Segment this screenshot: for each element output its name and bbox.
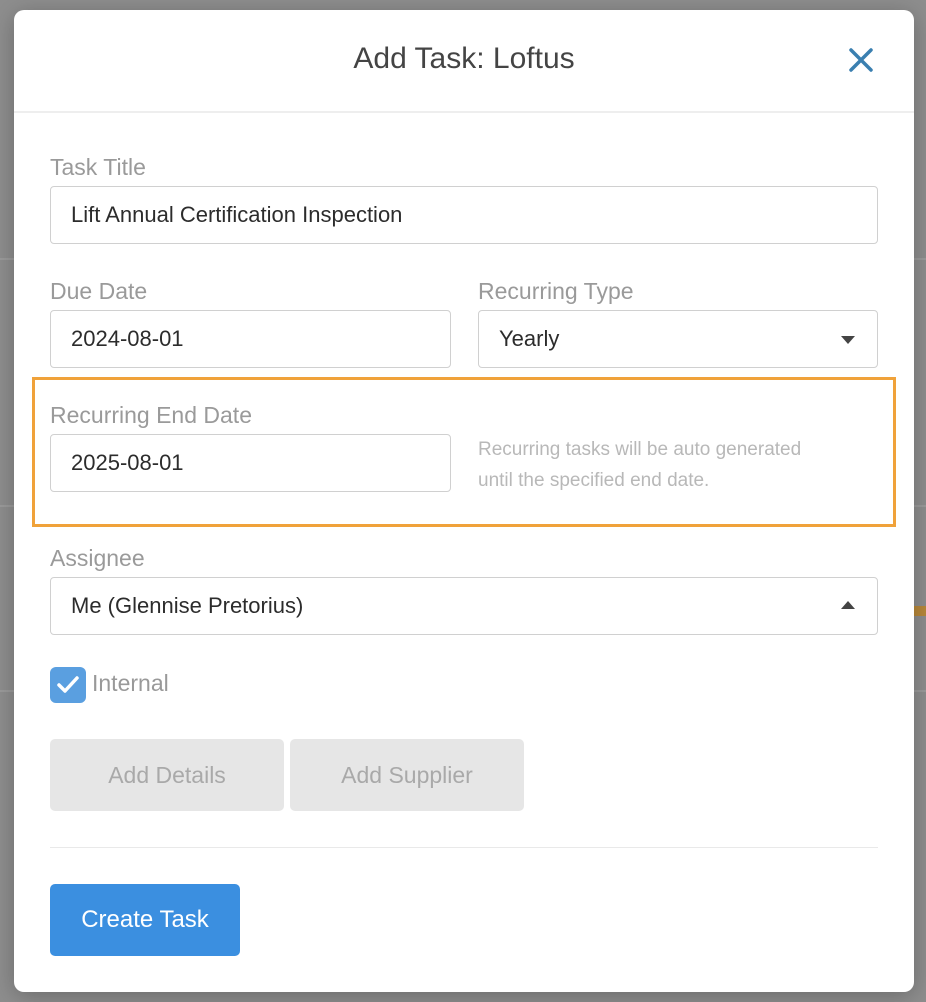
hint-line-1: Recurring tasks will be auto generated [478, 439, 802, 460]
close-button[interactable] [846, 45, 876, 75]
internal-checkbox[interactable] [50, 667, 86, 703]
modal-header: Add Task: Loftus [14, 10, 914, 113]
modal-title: Add Task: Loftus [353, 42, 575, 75]
task-title-label: Task Title [50, 154, 146, 180]
due-date-input[interactable]: 2024-08-01 [50, 310, 451, 368]
add-task-modal: Add Task: Loftus Task Title Lift Annual … [14, 10, 914, 992]
hint-line-2: until the specified end date. [478, 470, 710, 491]
task-title-input[interactable]: Lift Annual Certification Inspection [50, 186, 878, 244]
chevron-down-icon [841, 336, 855, 344]
recurring-type-label: Recurring Type [478, 278, 634, 304]
add-details-button[interactable]: Add Details [50, 739, 284, 811]
recurring-end-date-hint: Recurring tasks will be auto generated u… [478, 434, 878, 496]
internal-label: Internal [92, 670, 169, 696]
checkmark-icon [57, 676, 79, 693]
assignee-value: Me (Glennise Pretorius) [71, 593, 304, 618]
background-accent [914, 606, 926, 616]
recurring-end-date-label: Recurring End Date [50, 402, 252, 428]
add-supplier-button[interactable]: Add Supplier [290, 739, 524, 811]
recurring-type-select[interactable]: Yearly [478, 310, 878, 368]
recurring-type-value: Yearly [499, 326, 560, 351]
assignee-select[interactable]: Me (Glennise Pretorius) [50, 577, 878, 635]
create-task-button[interactable]: Create Task [50, 884, 240, 956]
chevron-up-icon [841, 601, 855, 609]
assignee-label: Assignee [50, 545, 145, 571]
due-date-label: Due Date [50, 278, 148, 304]
recurring-end-date-input[interactable]: 2025-08-01 [50, 434, 451, 492]
footer-divider [50, 847, 878, 848]
close-icon [849, 48, 873, 72]
